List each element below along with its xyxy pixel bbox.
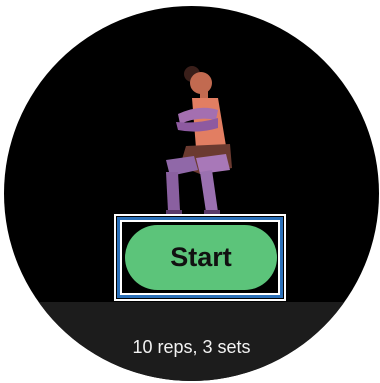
screen: 10 reps, 3 sets Start	[0, 0, 380, 383]
watch-face: 10 reps, 3 sets Start	[4, 6, 379, 381]
start-button[interactable]: Start	[125, 225, 277, 290]
reps-sets-label: 10 reps, 3 sets	[132, 337, 251, 357]
